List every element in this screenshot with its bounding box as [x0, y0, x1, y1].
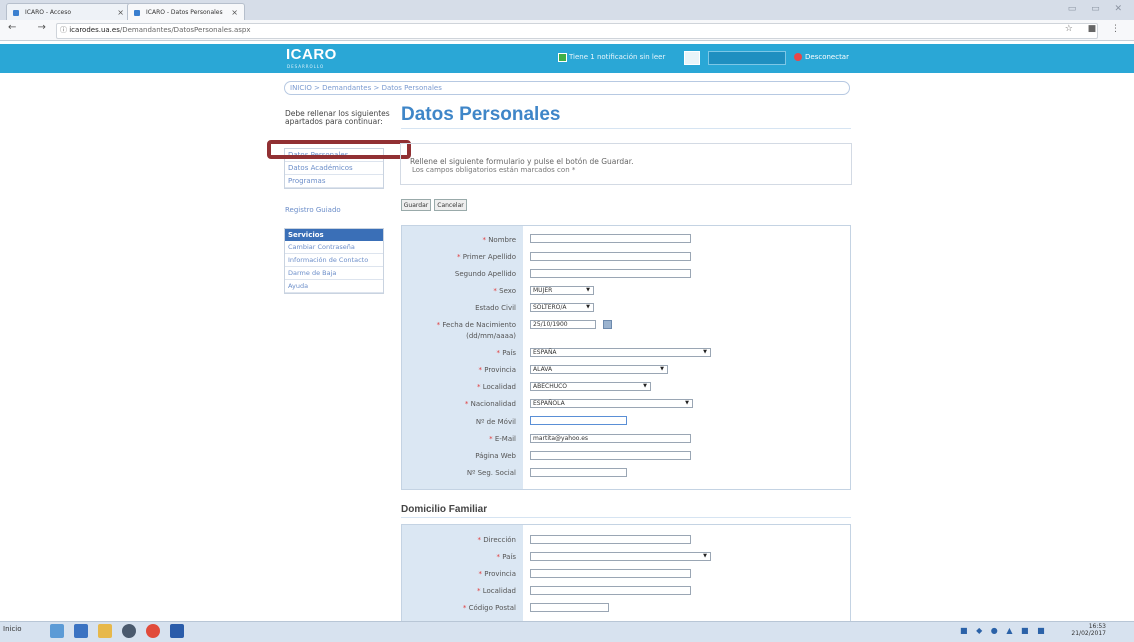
title-divider: [401, 128, 851, 129]
save-button[interactable]: Guardar: [401, 199, 431, 211]
notification-link[interactable]: Tiene 1 notificación sin leer: [569, 53, 665, 61]
registro-guiado-link[interactable]: Registro Guiado: [285, 206, 341, 214]
provincia-select[interactable]: ALAVA: [530, 365, 668, 374]
services-menu: Servicios Cambiar Contraseña Información…: [284, 228, 384, 294]
explorer-icon[interactable]: [98, 624, 112, 638]
favicon-icon: [134, 10, 140, 16]
start-button[interactable]: Inicio: [3, 625, 22, 633]
codigo-postal-input[interactable]: [530, 603, 609, 612]
localidad-label: * Localidad: [477, 383, 516, 391]
services-item-password[interactable]: Cambiar Contraseña: [285, 241, 383, 254]
fecha-format-hint: (dd/mm/aaaa): [466, 332, 516, 340]
nav-item-programas[interactable]: Programas: [285, 175, 383, 188]
instructions-line-1: Rellene el siguiente formulario y pulse …: [410, 157, 634, 166]
window-controls[interactable]: ▭ ▭ ✕: [1068, 4, 1128, 14]
nombre-label: * Nombre: [482, 236, 516, 244]
nacionalidad-label: * Nacionalidad: [464, 400, 516, 408]
pais-select[interactable]: ESPAÑA: [530, 348, 711, 357]
cancel-button[interactable]: Cancelar: [434, 199, 467, 211]
nombre-input[interactable]: [530, 234, 691, 243]
instructions-line-2: Los campos obligatorios están marcados c…: [412, 166, 576, 174]
favicon-icon: [13, 10, 19, 16]
localidad-select[interactable]: ABECHUCO: [530, 382, 651, 391]
highlight-box: [267, 140, 411, 159]
word-icon[interactable]: [170, 624, 184, 638]
logout-link[interactable]: Desconectar: [805, 53, 849, 61]
pais-label: * País: [496, 349, 516, 357]
tab-label: ICARO - Acceso: [25, 9, 72, 16]
dom-localidad-label: * Localidad: [477, 587, 516, 595]
close-tab-icon[interactable]: ×: [117, 4, 124, 21]
services-item-unsubscribe[interactable]: Darme de Baja: [285, 267, 383, 280]
pagina-web-label: Página Web: [475, 452, 516, 460]
segundo-apellido-input[interactable]: [530, 269, 691, 278]
logout-icon[interactable]: [794, 53, 802, 61]
chrome-icon[interactable]: [146, 624, 160, 638]
estado-civil-label: Estado Civil: [475, 304, 516, 312]
services-item-help[interactable]: Ayuda: [285, 280, 383, 293]
required-sections-text: Debe rellenar los siguientes apartados p…: [285, 109, 390, 126]
icaro-logo[interactable]: ICARO: [286, 46, 337, 63]
user-avatar[interactable]: [684, 51, 700, 65]
fecha-nacimiento-input[interactable]: 25/10/1900: [530, 320, 596, 329]
codigo-postal-label: * Código Postal: [462, 604, 516, 612]
calendar-icon[interactable]: [603, 320, 612, 329]
breadcrumb[interactable]: INICIO > Demandantes > Datos Personales: [284, 81, 850, 95]
close-tab-icon[interactable]: ×: [231, 4, 238, 21]
app-header: [0, 44, 1134, 73]
services-title: Servicios: [285, 229, 383, 241]
primer-apellido-label: * Primer Apellido: [457, 253, 516, 261]
dom-pais-select[interactable]: [530, 552, 711, 561]
seg-social-input[interactable]: [530, 468, 627, 477]
system-tray-icons[interactable]: ■ ◆ ● ▲ ■ ■: [960, 626, 1048, 635]
page-title: Datos Personales: [401, 104, 561, 125]
user-name-box[interactable]: [708, 51, 786, 65]
tab-label: ICARO - Datos Personales: [146, 9, 223, 16]
estado-civil-select[interactable]: SOLTERO/A: [530, 303, 594, 312]
pagina-web-input[interactable]: [530, 451, 691, 460]
outlook-icon[interactable]: [74, 624, 88, 638]
browser-tab-datos-personales[interactable]: ICARO - Datos Personales ×: [127, 3, 245, 20]
dom-pais-label: * País: [496, 553, 516, 561]
direccion-input[interactable]: [530, 535, 691, 544]
domicilio-divider: [401, 517, 851, 518]
dom-localidad-input[interactable]: [530, 586, 691, 595]
notification-icon[interactable]: [558, 53, 567, 62]
movil-label: Nº de Móvil: [475, 418, 516, 426]
domicilio-title: Domicilio Familiar: [401, 504, 488, 515]
segundo-apellido-label: Segundo Apellido: [454, 270, 516, 278]
fecha-nacimiento-label: * Fecha de Nacimiento: [436, 321, 516, 329]
form-input-column: [523, 226, 850, 489]
sexo-select[interactable]: MUJER: [530, 286, 594, 295]
nav-item-datos-academicos[interactable]: Datos Académicos: [285, 162, 383, 175]
ie-icon[interactable]: [50, 624, 64, 638]
email-input[interactable]: martita@yahoo.es: [530, 434, 691, 443]
dom-provincia-label: * Provincia: [478, 570, 516, 578]
services-item-contact[interactable]: Información de Contacto: [285, 254, 383, 267]
browser-extension-icons[interactable]: ☆ ■ ⋮: [1065, 24, 1126, 34]
sexo-label: * Sexo: [493, 287, 516, 295]
dom-provincia-input[interactable]: [530, 569, 691, 578]
clock: 16:53 21/02/2017: [1071, 623, 1106, 637]
primer-apellido-input[interactable]: [530, 252, 691, 261]
browser-tab-acceso[interactable]: ICARO - Acceso ×: [6, 3, 131, 20]
direccion-label: * Dirección: [477, 536, 516, 544]
logo-subtitle: DESARROLLO: [287, 64, 325, 69]
movil-input[interactable]: [530, 416, 627, 425]
media-icon[interactable]: [122, 624, 136, 638]
nacionalidad-select[interactable]: ESPAÑOLA: [530, 399, 693, 408]
seg-social-label: Nº Seg. Social: [466, 469, 516, 477]
email-label: * E-Mail: [489, 435, 516, 443]
url-text: ⓘ icarodes.ua.es/Demandantes/DatosPerson…: [60, 26, 251, 34]
provincia-label: * Provincia: [478, 366, 516, 374]
